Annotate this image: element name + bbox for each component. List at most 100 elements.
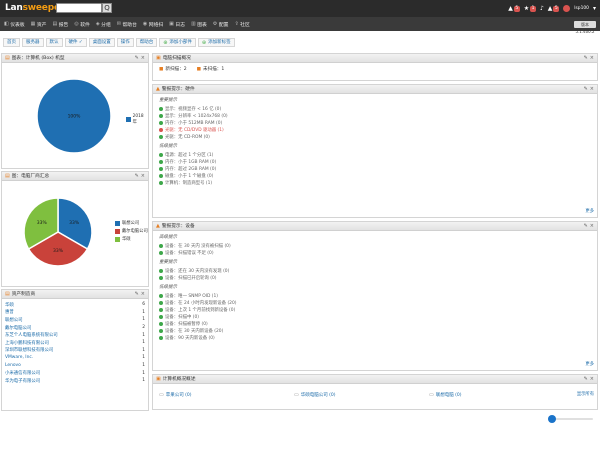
vendor-name: 戴尔电脑公司 bbox=[5, 325, 32, 331]
star-icon[interactable]: ★ 1 bbox=[524, 5, 536, 12]
list-item[interactable]: 联想公司 1 bbox=[5, 316, 145, 324]
show-all-link[interactable]: 显示所有 bbox=[577, 391, 594, 397]
summary-unscanned[interactable]: ■ 未扫描：1 bbox=[197, 66, 225, 72]
search-input[interactable] bbox=[56, 3, 102, 13]
nav-item-settings[interactable]: ⚙ 配置 bbox=[213, 21, 229, 28]
list-item[interactable]: 戴尔电脑公司 2 bbox=[5, 324, 145, 332]
alert-row[interactable]: 光驱：无 CD-ROM (0) bbox=[159, 133, 591, 140]
close-icon[interactable]: × bbox=[141, 173, 145, 179]
legend-swatch bbox=[115, 228, 120, 234]
alert-row[interactable]: 内存：小于 1GB RAM (0) bbox=[159, 158, 591, 165]
computer-icon: ▭ bbox=[294, 392, 299, 398]
close-icon[interactable]: × bbox=[141, 55, 145, 61]
tab-item[interactable]: 操作 bbox=[116, 38, 134, 47]
alert-row[interactable]: 设备：扫描被暂停 (0) bbox=[159, 320, 591, 327]
tab-item[interactable]: 帮助台 bbox=[135, 38, 158, 47]
list-item[interactable]: 华硕 6 bbox=[5, 301, 145, 309]
edit-icon[interactable]: ✎ bbox=[584, 223, 588, 229]
alert-text: 设备：扫描被暂停 (0) bbox=[165, 321, 208, 327]
tab-item[interactable]: 硬件 ✓ bbox=[64, 38, 87, 47]
alert-row[interactable]: 设备：扫描错误 不足 (0) bbox=[159, 249, 591, 256]
dashboard-icon: ◧ bbox=[4, 21, 9, 27]
username[interactable]: lsp100 bbox=[574, 6, 589, 11]
search-button[interactable]: Q bbox=[102, 3, 112, 13]
alert-row[interactable]: 电源：超过 1 个分区 (1) bbox=[159, 151, 591, 158]
alert-row[interactable]: 内存：超过 2GB RAM (0) bbox=[159, 165, 591, 172]
list-item[interactable]: 东芝个人电脑系统有限公司 1 bbox=[5, 331, 145, 339]
warning-icon: ▲ bbox=[156, 86, 160, 92]
alert-row[interactable]: 设备：唯一 SNMP OID (1) bbox=[159, 292, 591, 299]
alert-row[interactable]: 设备：扫描中 (0) bbox=[159, 313, 591, 320]
warning-icon[interactable]: ▲ 5 bbox=[508, 5, 520, 12]
computer-brand-link[interactable]: ▭ 联想电脑 (0) bbox=[429, 392, 564, 398]
vendor-name: 惠普 bbox=[5, 310, 14, 316]
panel-header: ▣ 计算机概况概述 ✎ × bbox=[153, 375, 597, 384]
close-icon[interactable]: × bbox=[590, 376, 594, 382]
scroll-thumb[interactable] bbox=[548, 415, 556, 423]
bell-icon[interactable]: ♪ bbox=[540, 5, 544, 12]
list-item[interactable]: Lenovo 1 bbox=[5, 362, 145, 370]
alert-row[interactable]: 计算机：制造商型号 (1) bbox=[159, 179, 591, 186]
ok-status-icon bbox=[159, 300, 163, 305]
edit-icon[interactable]: ✎ bbox=[135, 55, 139, 61]
close-icon[interactable]: × bbox=[590, 55, 594, 61]
tab-item[interactable]: 首页 bbox=[3, 38, 20, 47]
edit-icon[interactable]: ✎ bbox=[584, 55, 588, 61]
alert-row[interactable]: 磁盘：小于 1 个磁盘 (0) bbox=[159, 172, 591, 179]
edit-icon[interactable]: ✎ bbox=[584, 86, 588, 92]
list-item[interactable]: VMware, Inc. 1 bbox=[5, 354, 145, 362]
more-link[interactable]: 更多 bbox=[585, 361, 594, 367]
nav-item-log[interactable]: ▣ 日志 bbox=[169, 21, 185, 28]
tab-item[interactable]: 桌面设置 bbox=[88, 38, 115, 47]
alert-row[interactable]: 设备：90 天内新设备 (0) bbox=[159, 334, 591, 341]
nav-item-chart[interactable]: ▥ 图表 bbox=[191, 21, 207, 28]
summary-new[interactable]: ■ 新扫描：2 bbox=[159, 66, 187, 72]
edit-icon[interactable]: ✎ bbox=[135, 291, 139, 297]
more-link[interactable]: 更多 bbox=[585, 208, 594, 214]
tab-item[interactable]: 默认 bbox=[45, 38, 63, 47]
nav-item-dashboard[interactable]: ◧ 仪表板 bbox=[4, 21, 25, 28]
nav-item-scan[interactable]: ◉ 网络扫 bbox=[143, 21, 163, 28]
alert-row[interactable]: 显示：分辨率 < 1024x768 (0) bbox=[159, 112, 591, 119]
legend-label: 戴尔电脑公司 bbox=[122, 229, 148, 234]
bell-alert-icon[interactable]: ▲ 5 bbox=[548, 5, 560, 12]
list-item[interactable]: 深圳市联想科技有限公司 1 bbox=[5, 347, 145, 355]
list-item[interactable]: 小米通信有限公司 1 bbox=[5, 369, 145, 377]
alert-row[interactable]: 设备：在 30 天内 没有被扫描 (0) bbox=[159, 242, 591, 249]
computer-brand-link[interactable]: ▭ 苹果公司 (0) bbox=[159, 392, 294, 398]
close-icon[interactable]: × bbox=[590, 86, 594, 92]
tab-item[interactable]: ⊕ 添加小部件 bbox=[159, 38, 196, 47]
close-icon[interactable]: × bbox=[590, 223, 594, 229]
section-title: 低级提示 bbox=[159, 285, 177, 290]
tab-item[interactable]: 服务器 bbox=[22, 38, 44, 47]
nav-item-software[interactable]: ◎ 软件 bbox=[74, 21, 89, 28]
alert-row[interactable]: 设备：在 24 小时内发现新设备 (20) bbox=[159, 299, 591, 306]
nav-item-tag[interactable]: ◈ 分组 bbox=[96, 21, 111, 28]
computer-brand-link[interactable]: ▭ 华硕电脑公司 (0) bbox=[294, 392, 429, 398]
alert-row[interactable]: 设备：扫描已开启轮询 (0) bbox=[159, 274, 591, 281]
edit-icon[interactable]: ✎ bbox=[135, 173, 139, 179]
close-icon[interactable]: × bbox=[141, 291, 145, 297]
nav-item-export[interactable]: ⇪ 社区 bbox=[234, 21, 249, 28]
nav-item-report[interactable]: ▤ 报告 bbox=[52, 21, 68, 28]
monitor-icon: ■ bbox=[196, 67, 201, 72]
tab-label: 默认 bbox=[49, 39, 59, 45]
edit-icon[interactable]: ✎ bbox=[584, 376, 588, 382]
vendor-name: 华硕 bbox=[5, 302, 14, 308]
nav-item-helpdesk[interactable]: ✉ 帮助台 bbox=[117, 21, 137, 28]
list-item[interactable]: 上海小鹏科技有限公司 1 bbox=[5, 339, 145, 347]
alert-row[interactable]: 光驱：无 CD/DVD 驱动器 (1) bbox=[159, 126, 591, 133]
alert-row[interactable]: 设备：在 30 天内新设备 (20) bbox=[159, 327, 591, 334]
horizontal-scroll[interactable] bbox=[548, 415, 593, 423]
tab-item[interactable]: ⊕ 添加新标签 bbox=[197, 38, 235, 47]
avatar[interactable] bbox=[563, 5, 571, 12]
legend-label: 华硕 bbox=[122, 237, 131, 242]
list-item[interactable]: 华为电子有限公司 1 bbox=[5, 377, 145, 385]
alert-row[interactable]: 显示：视频显存 < 16 亿 (0) bbox=[159, 105, 591, 112]
list-item[interactable]: 惠普 1 bbox=[5, 309, 145, 317]
nav-item-assets[interactable]: ▦ 资产 bbox=[31, 21, 47, 28]
alert-row[interactable]: 设备：还在 30 天内没有发现 (0) bbox=[159, 267, 591, 274]
alert-row[interactable]: 设备：上次 1 个月前找到新设备 (0) bbox=[159, 306, 591, 313]
chevron-down-icon[interactable]: ▾ bbox=[593, 5, 596, 12]
alert-row[interactable]: 内存：小于 512MB RAM (0) bbox=[159, 119, 591, 126]
